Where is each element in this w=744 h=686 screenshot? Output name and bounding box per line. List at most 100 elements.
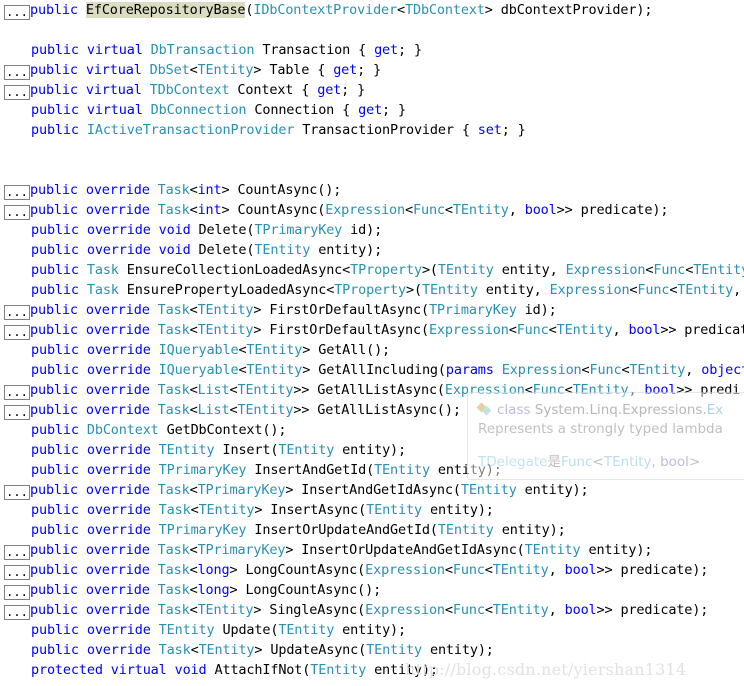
code-token: Context { [229, 82, 318, 98]
collapse-ellipsis-box[interactable]: ... [4, 385, 30, 400]
code-token: < [189, 302, 198, 318]
code-line[interactable]: public override Task<TEntity> UpdateAsyn… [0, 640, 744, 660]
collapse-ellipsis-box[interactable]: ... [4, 405, 30, 420]
code-token: List [197, 382, 230, 398]
code-line[interactable]: ... public virtual DbSet<TEntity> Table {… [0, 60, 744, 80]
code-line[interactable]: ... public override Task<TEntity> FirstOr… [0, 300, 744, 320]
code-token: Task [86, 282, 119, 298]
code-token: Expression [325, 202, 405, 218]
code-token: > FirstOrDefaultAsync( [253, 322, 429, 338]
code-token: Task [157, 302, 190, 318]
collapse-ellipsis-box[interactable]: ... [4, 205, 30, 220]
code-token: > InsertAsync( [254, 502, 367, 518]
code-line[interactable]: public Task EnsurePropertyLoadedAsync<TP… [0, 280, 744, 300]
code-line[interactable]: ... public EfCoreRepositoryBase(IDbContex… [0, 0, 744, 20]
code-token: Expression [501, 362, 582, 378]
collapse-ellipsis-box[interactable]: ... [4, 185, 30, 200]
code-token: public [31, 422, 87, 438]
code-token: entity, [477, 282, 550, 298]
collapse-ellipsis-box[interactable]: ... [4, 605, 30, 620]
code-token: public override [30, 402, 158, 418]
collapse-ellipsis-box[interactable]: ... [4, 585, 30, 600]
code-token: ; } [398, 42, 422, 58]
code-line[interactable]: public override void Delete(TEntity enti… [0, 240, 744, 260]
collapse-ellipsis-box[interactable]: ... [4, 565, 30, 580]
code-token: DbSet [149, 62, 190, 78]
code-token: bool [628, 322, 661, 338]
collapse-ellipsis-box[interactable]: ... [4, 485, 30, 500]
code-token: < [189, 62, 198, 78]
code-token: public override [31, 442, 159, 458]
code-token: DbTransaction [150, 42, 255, 58]
code-token: TEntity [421, 282, 478, 298]
collapse-ellipsis-box[interactable]: ... [4, 325, 30, 340]
code-token: < [189, 582, 198, 598]
code-token: Expression [428, 322, 509, 338]
code-token: > Table { [253, 62, 334, 78]
code-line[interactable]: public override IQueryable<TEntity> GetA… [0, 360, 744, 380]
code-line[interactable]: ... public override Task<TPrimaryKey> Ins… [0, 480, 744, 500]
code-token: TEntity [437, 262, 494, 278]
code-line[interactable]: ... public override Task<int> CountAsync(… [0, 180, 744, 200]
code-token: >> GetAllListAsync(); [293, 402, 461, 418]
code-token: EnsurePropertyLoadedAsync< [118, 282, 335, 298]
code-line[interactable]: ... public override Task<int> CountAsync(… [0, 200, 744, 220]
code-token: entity); [493, 522, 566, 538]
collapse-ellipsis-box[interactable]: ... [4, 65, 30, 80]
code-token: > GetAll(); [302, 342, 391, 358]
code-token: Insert( [214, 442, 279, 458]
code-line[interactable]: public override TEntity Update(TEntity e… [0, 620, 744, 640]
code-token: public virtual [31, 42, 151, 58]
code-token: List [197, 402, 230, 418]
code-token: < [508, 322, 517, 338]
code-token: TDbContext [149, 82, 230, 98]
code-line[interactable]: public override void Delete(TPrimaryKey … [0, 220, 744, 240]
code-token: ; } [501, 122, 526, 138]
code-token: Task [157, 202, 190, 218]
code-line[interactable]: public virtual DbTransaction Transaction… [0, 40, 744, 60]
code-token: >> predicate); [596, 562, 709, 578]
code-token: TEntity [197, 322, 254, 338]
code-token: TEntity [158, 622, 215, 638]
code-line[interactable]: ... public override Task<long> LongCountA… [0, 580, 744, 600]
code-token: Update( [214, 622, 279, 638]
code-line[interactable]: public override IQueryable<TEntity> GetA… [0, 340, 744, 360]
collapse-ellipsis-box[interactable]: ... [4, 305, 30, 320]
code-token: , [685, 362, 702, 378]
code-line[interactable]: ... public override Task<TEntity> FirstOr… [0, 320, 744, 340]
code-line[interactable]: public IActiveTransactionProvider Transa… [0, 120, 744, 140]
code-line[interactable]: public override Task<TEntity> InsertAsyn… [0, 500, 744, 520]
quick-info-arg2: bool [660, 454, 689, 470]
code-line[interactable]: public Task EnsureCollectionLoadedAsync<… [0, 260, 744, 280]
code-line[interactable]: public override TPrimaryKey InsertOrUpda… [0, 520, 744, 540]
quick-info-spacer [478, 439, 744, 453]
code-token: TEntity [246, 362, 303, 378]
code-token: TEntity [198, 642, 255, 658]
code-line[interactable]: ... public override Task<long> LongCountA… [0, 560, 744, 580]
code-token: bool [524, 202, 557, 218]
collapse-ellipsis-box[interactable]: ... [4, 85, 30, 100]
code-line[interactable]: ... public override Task<TPrimaryKey> Ins… [0, 540, 744, 560]
code-definition-view[interactable]: ... public EfCoreRepositoryBase(IDbContex… [0, 0, 744, 686]
code-line[interactable]: ... public override Task<TEntity> SingleA… [0, 600, 744, 620]
code-token: >( [421, 262, 438, 278]
code-token: Task [158, 502, 191, 518]
code-token: long [197, 582, 230, 598]
collapse-ellipsis-box[interactable]: ... [4, 545, 30, 560]
code-token: protected virtual void [31, 662, 215, 678]
code-token: < [444, 602, 453, 618]
code-token: public override [30, 542, 158, 558]
code-line[interactable]: public virtual DbConnection Connection {… [0, 100, 744, 120]
code-line[interactable]: ... public virtual TDbContext Context { g… [0, 80, 744, 100]
code-token: Task [157, 182, 190, 198]
collapse-ellipsis-box[interactable]: ... [4, 5, 30, 20]
code-token: TEntity [366, 642, 422, 658]
code-token: < [189, 382, 198, 398]
code-token: public override [30, 602, 158, 618]
code-token: public [31, 282, 87, 298]
code-token: TPrimaryKey [197, 482, 286, 498]
code-token: > InsertAndGetIdAsync( [285, 482, 461, 498]
code-token: TEntity [677, 282, 734, 298]
code-token: Expression [565, 262, 646, 278]
